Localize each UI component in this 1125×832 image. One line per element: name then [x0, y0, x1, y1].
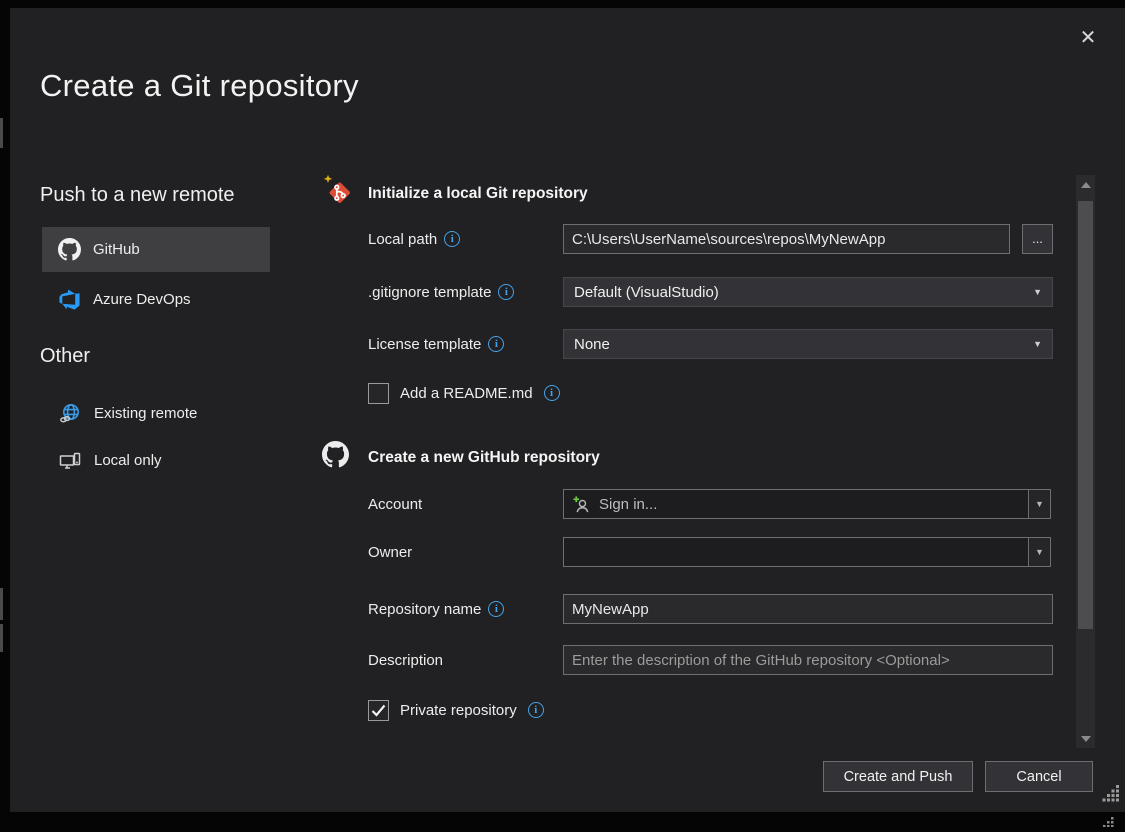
readme-checkbox-row: ✓ Add a README.md i	[368, 381, 560, 405]
info-icon[interactable]: i	[498, 284, 514, 300]
gitignore-label: .gitignore template i	[368, 277, 514, 307]
local-only-devices-icon	[58, 449, 82, 473]
info-icon[interactable]: i	[488, 336, 504, 352]
license-template-dropdown[interactable]: None ▼	[563, 329, 1053, 359]
scroll-down-button[interactable]	[1076, 729, 1095, 748]
background-window-edge	[0, 624, 3, 652]
info-icon[interactable]: i	[488, 601, 504, 617]
description-row: Description	[368, 645, 1053, 675]
chevron-down-icon: ▼	[1033, 339, 1042, 349]
checkmark-icon	[371, 704, 386, 717]
account-signin[interactable]: Sign in...	[564, 490, 1028, 518]
account-combobox[interactable]: Sign in... ▼	[563, 489, 1051, 519]
sidebar-item-local-only[interactable]: Local only	[42, 438, 270, 483]
sidebar-item-github[interactable]: GitHub	[42, 227, 270, 272]
github-icon	[58, 238, 81, 261]
cancel-button[interactable]: Cancel	[985, 761, 1093, 792]
section-title-initialize-local: Initialize a local Git repository	[368, 185, 588, 203]
create-and-push-button[interactable]: Create and Push	[823, 761, 973, 792]
local-path-input[interactable]	[563, 224, 1010, 254]
signin-placeholder: Sign in...	[599, 496, 657, 513]
private-repository-checkbox[interactable]	[368, 700, 389, 721]
sidebar-item-existing-remote[interactable]: Existing remote	[42, 391, 270, 436]
owner-dropdown-button[interactable]: ▼	[1028, 538, 1050, 566]
scroll-up-button[interactable]	[1076, 175, 1095, 194]
scrollbar-thumb[interactable]	[1078, 201, 1093, 629]
license-label: License template i	[368, 329, 504, 359]
info-icon[interactable]: i	[528, 702, 544, 718]
sidebar-item-azure-devops[interactable]: Azure DevOps	[42, 277, 270, 322]
dropdown-value: Default (VisualStudio)	[574, 284, 719, 301]
readme-label: Add a README.md	[400, 385, 533, 402]
repository-name-row: Repository name i	[368, 594, 1053, 624]
info-icon[interactable]: i	[544, 385, 560, 401]
azure-devops-icon	[58, 288, 81, 311]
gitignore-row: .gitignore template i Default (VisualStu…	[368, 277, 1053, 307]
sidebar-heading-other: Other	[40, 345, 90, 368]
close-icon: ✕	[1080, 25, 1097, 50]
owner-combobox[interactable]: ▼	[563, 537, 1051, 567]
existing-remote-globe-icon	[58, 402, 82, 426]
owner-row: Owner ▼	[368, 537, 1053, 567]
sidebar-item-label: Existing remote	[94, 405, 197, 422]
github-icon	[322, 441, 349, 473]
owner-value[interactable]	[564, 538, 1028, 566]
add-user-icon	[572, 495, 591, 514]
close-button[interactable]: ✕	[1073, 22, 1103, 52]
create-git-repository-dialog: ✕ Create a Git repository Push to a new …	[10, 8, 1125, 812]
account-row: Account Sign in... ▼	[368, 489, 1053, 519]
info-icon[interactable]: i	[444, 231, 460, 247]
scroll-up-icon	[1081, 182, 1091, 188]
owner-label: Owner	[368, 537, 412, 567]
git-new-repo-icon	[322, 174, 356, 213]
chevron-down-icon: ▼	[1033, 287, 1042, 297]
resize-grip[interactable]	[1099, 785, 1121, 810]
background-window-edge	[0, 118, 3, 148]
private-checkbox-row: Private repository i	[368, 698, 544, 722]
description-label: Description	[368, 645, 443, 675]
sidebar-item-label: Local only	[94, 452, 162, 469]
account-dropdown-button[interactable]: ▼	[1028, 490, 1050, 518]
readme-checkbox[interactable]: ✓	[368, 383, 389, 404]
chevron-down-icon: ▼	[1035, 499, 1044, 509]
description-input[interactable]	[563, 645, 1053, 675]
scroll-down-icon	[1081, 736, 1091, 742]
browse-button[interactable]: ...	[1022, 224, 1053, 254]
local-path-row: Local path i ...	[368, 224, 1053, 254]
section-title-create-github: Create a new GitHub repository	[368, 449, 600, 467]
chevron-down-icon: ▼	[1035, 547, 1044, 557]
background-window-edge	[0, 588, 3, 620]
dropdown-value: None	[574, 336, 610, 353]
sidebar-item-label: Azure DevOps	[93, 291, 191, 308]
repository-name-label: Repository name i	[368, 594, 504, 624]
vertical-scrollbar[interactable]	[1076, 175, 1095, 748]
gitignore-template-dropdown[interactable]: Default (VisualStudio) ▼	[563, 277, 1053, 307]
sidebar-item-label: GitHub	[93, 241, 140, 258]
license-row: License template i None ▼	[368, 329, 1053, 359]
private-repository-label: Private repository	[400, 702, 517, 719]
repository-name-input[interactable]	[563, 594, 1053, 624]
sidebar-heading-push: Push to a new remote	[40, 184, 235, 207]
statusbar-grip-dots	[1095, 814, 1115, 832]
local-path-label: Local path i	[368, 224, 460, 254]
account-label: Account	[368, 489, 422, 519]
dialog-title: Create a Git repository	[40, 68, 359, 104]
